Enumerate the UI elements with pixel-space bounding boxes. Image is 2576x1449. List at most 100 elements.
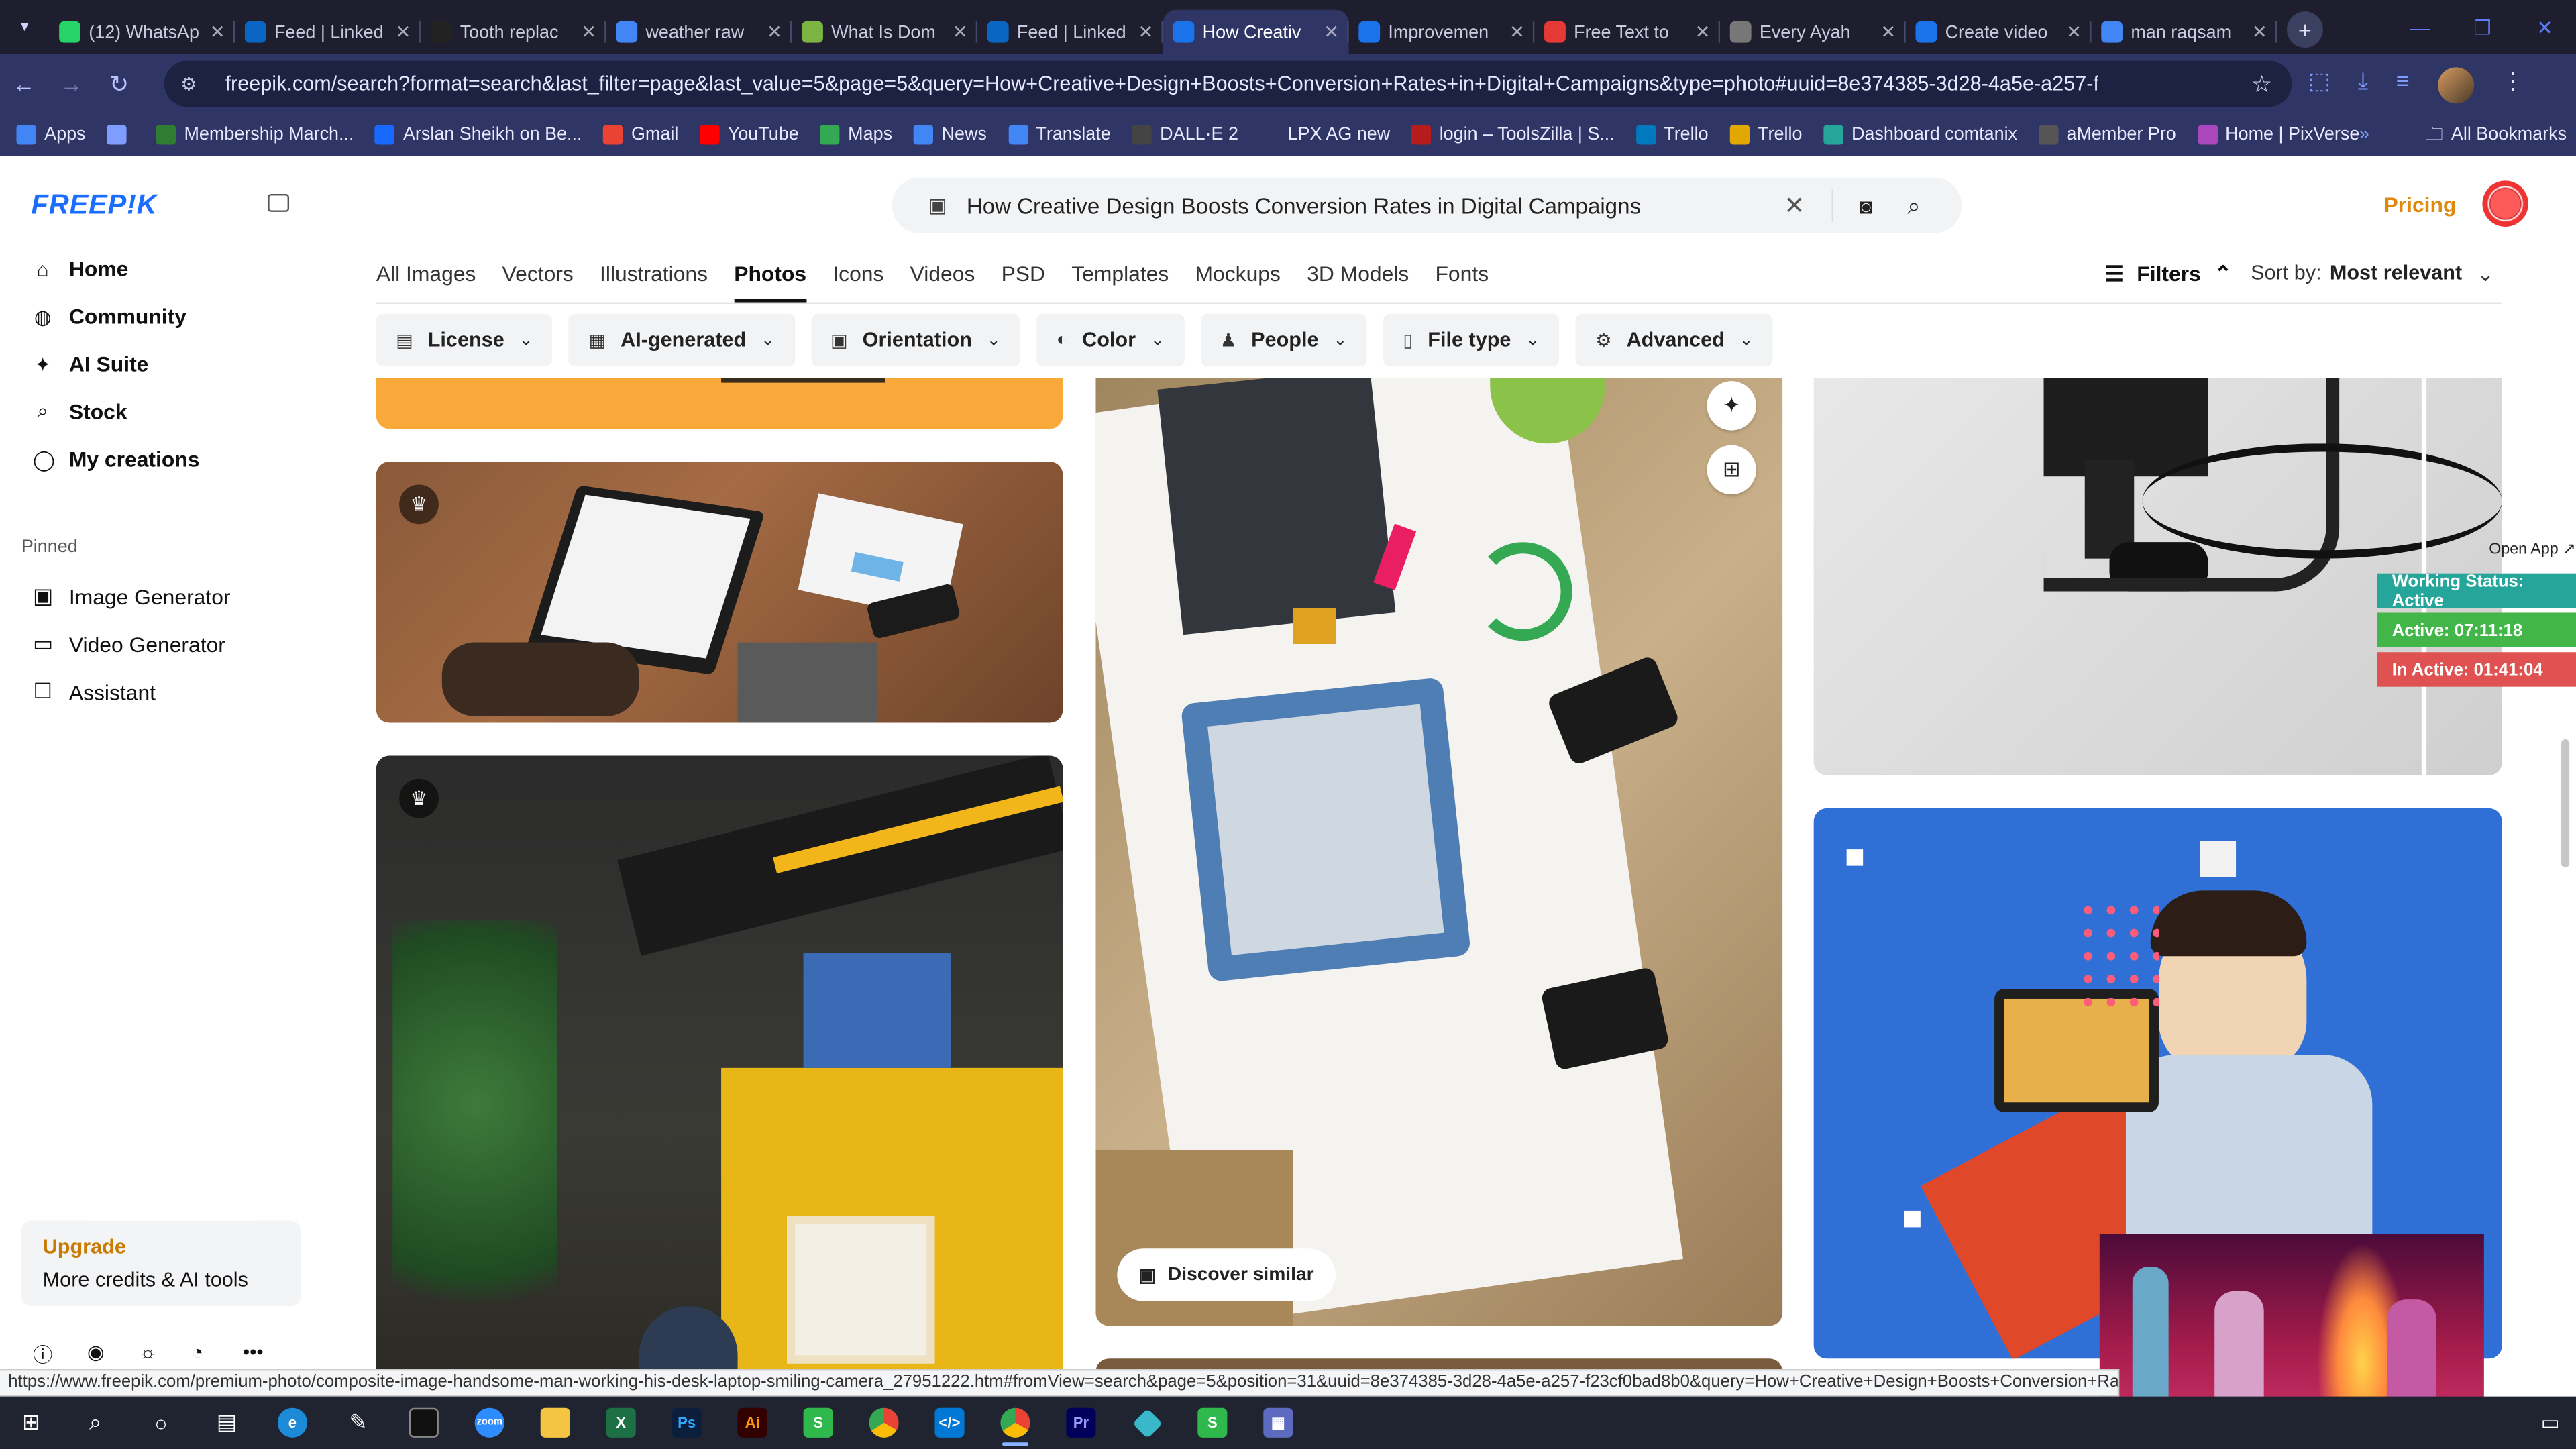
pinned-item-image-generator[interactable]: ▣ Image Generator xyxy=(33,583,231,609)
close-tab-icon[interactable]: ✕ xyxy=(1324,21,1339,42)
filter-people[interactable]: ♟ People ⌄ xyxy=(1200,313,1367,367)
bookmark-item[interactable]: Gmail xyxy=(603,125,678,145)
close-tab-icon[interactable]: ✕ xyxy=(581,21,596,42)
sidebar-item-my-creations[interactable]: ◯ My creations xyxy=(33,447,200,472)
illustrator-icon[interactable]: Ai xyxy=(720,1397,786,1449)
vscode-icon[interactable]: </> xyxy=(917,1397,983,1449)
upgrade-card[interactable]: Upgrade More credits & AI tools xyxy=(21,1220,301,1306)
sidebar-item-stock[interactable]: ⌕ Stock xyxy=(33,399,127,424)
add-to-collection-icon[interactable]: ⊞ xyxy=(1707,445,1756,495)
tab-fonts[interactable]: Fonts xyxy=(1435,261,1489,286)
more-icon[interactable]: ••• xyxy=(243,1340,264,1368)
discord-icon[interactable]: ◉ xyxy=(87,1340,105,1368)
result-image-content-marketing[interactable]: ♛ xyxy=(376,462,1063,723)
page-scrollbar[interactable] xyxy=(2561,739,2570,868)
result-image-tablet-teamwork[interactable]: ✦ ⊞ ▣ Discover similar xyxy=(1095,378,1783,1326)
pinned-item-assistant[interactable]: ☐ Assistant xyxy=(33,678,156,704)
bookmark-item[interactable]: aMember Pro xyxy=(2038,125,2176,145)
all-bookmarks-button[interactable]: 🗀 All Bookmarks xyxy=(2425,119,2567,151)
browser-tab[interactable]: What Is Dom ✕ xyxy=(792,10,978,54)
sidebar-item-ai-suite[interactable]: ✦ AI Suite xyxy=(33,352,148,376)
filter-orientation[interactable]: ▣ Orientation ⌄ xyxy=(810,313,1020,367)
download-icon[interactable]: ⤓ xyxy=(2358,67,2368,103)
sidebar-item-community[interactable]: ◍ Community xyxy=(33,304,186,329)
browser-tab[interactable]: Free Text to ✕ xyxy=(1534,10,1721,54)
sidebar-collapse-icon[interactable] xyxy=(268,193,290,212)
bookmark-item[interactable]: Maps xyxy=(820,125,892,145)
tab-icons[interactable]: Icons xyxy=(833,261,883,286)
filter-color[interactable]: ◐ Color ⌄ xyxy=(1036,313,1185,367)
close-window-button[interactable]: ✕ xyxy=(2514,0,2576,54)
back-button[interactable]: ← xyxy=(0,70,48,97)
notification-icon[interactable]: ▭ xyxy=(2541,1411,2560,1434)
zoom-icon[interactable]: zoom xyxy=(457,1397,523,1449)
restore-button[interactable]: ❐ xyxy=(2451,0,2514,54)
filter-license[interactable]: ▤ License ⌄ xyxy=(376,313,553,367)
premiere-icon[interactable]: Pr xyxy=(1048,1397,1114,1449)
filter-advanced[interactable]: ⚙ Advanced ⌄ xyxy=(1575,313,1773,367)
browser-tab[interactable]: How Creativ ✕ xyxy=(1163,9,1349,54)
cortana-icon[interactable]: ○ xyxy=(128,1397,194,1449)
tab-all-images[interactable]: All Images xyxy=(376,261,476,286)
profile-avatar[interactable] xyxy=(2437,67,2474,104)
result-image-orange[interactable] xyxy=(376,378,1063,429)
close-tab-icon[interactable]: ✕ xyxy=(2066,21,2082,42)
bookmark-item[interactable]: Apps xyxy=(16,125,86,145)
tab-3d-models[interactable]: 3D Models xyxy=(1307,261,1409,286)
bookmark-item[interactable]: Translate xyxy=(1008,125,1111,145)
sort-dropdown[interactable]: Sort by: Most relevant ⌄ xyxy=(2251,261,2494,286)
url-field[interactable]: ⚙ freepik.com/search?format=search&last_… xyxy=(164,60,2292,107)
image-search-type-icon[interactable]: ▣ xyxy=(928,194,947,217)
tab-vectors[interactable]: Vectors xyxy=(502,261,574,286)
tab-psd[interactable]: PSD xyxy=(1002,261,1045,286)
clear-search-icon[interactable]: ✕ xyxy=(1784,191,1805,221)
close-tab-icon[interactable]: ✕ xyxy=(210,21,225,42)
browser-tab[interactable]: Every Ayah ✕ xyxy=(1720,10,1906,54)
close-tab-icon[interactable]: ✕ xyxy=(396,21,411,42)
bookmark-item[interactable]: Trello xyxy=(1729,125,1802,145)
browser-tab[interactable]: man raqsam ✕ xyxy=(2092,10,2277,54)
tab-search-icon[interactable]: ▾ xyxy=(0,0,49,54)
search-bar[interactable]: ▣ How Creative Design Boosts Conversion … xyxy=(892,177,1962,233)
tab-illustrations[interactable]: Illustrations xyxy=(600,261,708,286)
new-tab-button[interactable]: + xyxy=(2286,10,2323,47)
sidebar-item-home[interactable]: ⌂ Home xyxy=(33,256,129,281)
discover-similar-button[interactable]: ▣ Discover similar xyxy=(1117,1248,1336,1301)
search-icon[interactable]: ⌕ xyxy=(1907,191,1920,219)
pen-icon[interactable]: ✎ xyxy=(325,1397,391,1449)
close-tab-icon[interactable]: ✕ xyxy=(1138,21,1154,42)
browser-tab[interactable]: Feed | Linked ✕ xyxy=(235,10,421,54)
bookmark-item[interactable]: News xyxy=(913,125,987,145)
browser-tab[interactable]: Create video ✕ xyxy=(1906,10,2092,54)
ai-edit-icon[interactable]: ✦ xyxy=(1707,381,1756,431)
tab-templates[interactable]: Templates xyxy=(1071,261,1169,286)
bookmark-item[interactable]: DALL·E 2 xyxy=(1132,125,1238,145)
filters-toggle[interactable]: ☰ Filters ⌃ xyxy=(2104,261,2232,287)
browser-tab[interactable]: (12) WhatsAp ✕ xyxy=(49,10,235,54)
green-app-icon[interactable]: S xyxy=(786,1397,851,1449)
photoshop-icon[interactable]: Ps xyxy=(654,1397,720,1449)
forward-button[interactable]: → xyxy=(48,70,95,97)
bookmark-item[interactable]: Home | PixVerse xyxy=(2197,125,2359,145)
result-image-desk-man[interactable]: ♛ xyxy=(376,755,1063,1369)
close-tab-icon[interactable]: ✕ xyxy=(1509,21,1525,42)
result-image-partial[interactable] xyxy=(1095,1358,1783,1369)
tab-mockups[interactable]: Mockups xyxy=(1195,261,1281,286)
open-app-link[interactable]: Open App ↗ xyxy=(2489,541,2575,559)
extension-icon[interactable]: ⬚ xyxy=(2308,67,2330,103)
green-app-icon-2[interactable]: S xyxy=(1179,1397,1245,1449)
bookmark-item[interactable]: YouTube xyxy=(700,125,799,145)
bookmark-star-icon[interactable]: ☆ xyxy=(2251,70,2272,98)
chrome-active-icon[interactable] xyxy=(982,1397,1048,1449)
menu-kebab-icon[interactable]: ⋮ xyxy=(2502,67,2524,103)
browser-tab[interactable]: weather raw ✕ xyxy=(606,10,792,54)
theme-icon[interactable]: ☼ xyxy=(139,1340,157,1368)
tab-photos[interactable]: Photos xyxy=(734,261,807,303)
app-diamond-icon[interactable] xyxy=(1114,1397,1179,1449)
camera-search-icon[interactable]: ◙ xyxy=(1860,193,1872,218)
file-explorer-icon[interactable] xyxy=(523,1397,588,1449)
close-tab-icon[interactable]: ✕ xyxy=(953,21,968,42)
task-view-icon[interactable]: ▤ xyxy=(194,1397,260,1449)
excel-icon[interactable]: X xyxy=(588,1397,654,1449)
pricing-link[interactable]: Pricing xyxy=(2383,193,2456,217)
